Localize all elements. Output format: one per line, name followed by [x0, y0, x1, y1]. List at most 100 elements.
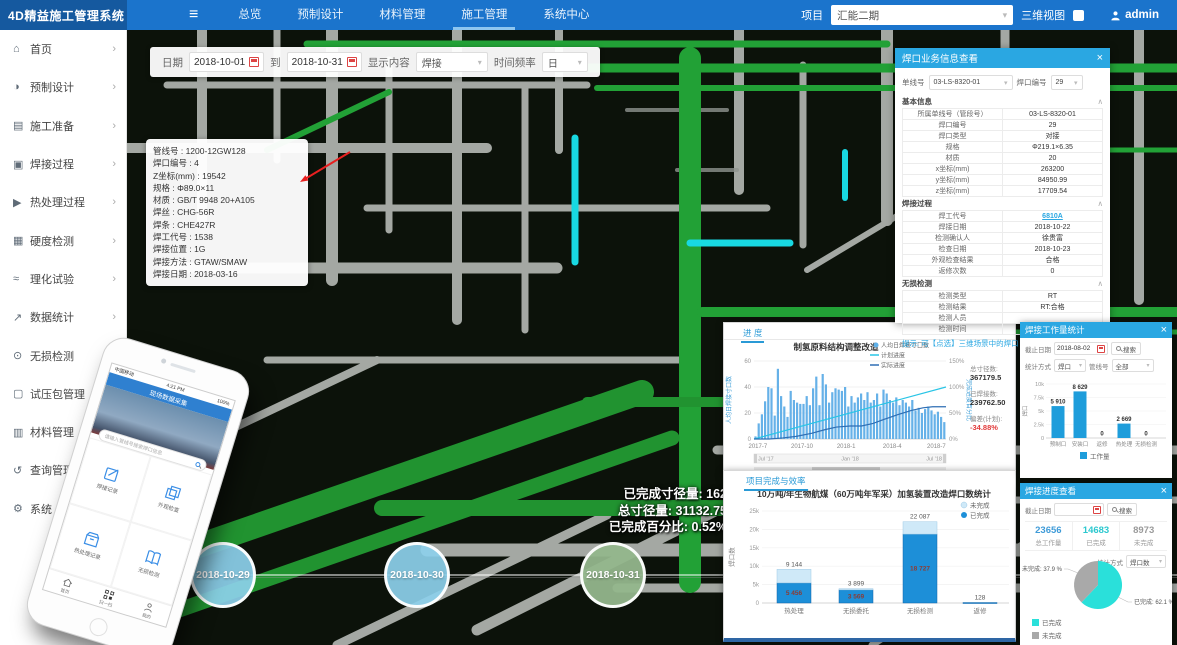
date-from-input[interactable]: 2018-10-01 — [189, 52, 264, 72]
legend-item[interactable]: 未完成 — [1032, 630, 1062, 640]
chart-text: 10k — [749, 564, 760, 570]
sidebar-item-7[interactable]: ↗数据统计› — [0, 298, 126, 336]
close-icon[interactable]: × — [1097, 52, 1103, 64]
chart-text: 22 087 — [910, 514, 930, 521]
close-icon[interactable]: × — [1161, 485, 1167, 497]
sidebar-item-1[interactable]: ◑预制设计› — [0, 68, 126, 106]
archive-icon — [84, 535, 98, 547]
home-icon: ⌂ — [13, 43, 30, 55]
bar — [790, 391, 792, 439]
sidebar-item-5[interactable]: ▦硬度检测› — [0, 221, 126, 259]
bar — [812, 388, 814, 439]
user-icon — [1110, 10, 1121, 21]
sidebar-item-3[interactable]: ▣焊接过程› — [0, 145, 126, 183]
bar — [758, 423, 760, 439]
row-label: 检测结果 — [903, 302, 1003, 313]
timeline-bubble-2018-10-31[interactable]: 2018-10-31 — [580, 542, 646, 608]
tab-progress[interactable]: 进 度 — [741, 326, 764, 343]
chevron-right-icon: › — [112, 235, 116, 247]
content-value: 焊接 — [422, 55, 442, 70]
stats-icon: ↗ — [13, 311, 30, 324]
chevron-down-icon: ▾ — [1004, 79, 1008, 87]
menu-item-3[interactable]: 施工管理 — [443, 0, 525, 30]
chart-text: 已完成: 62.1 % — [1134, 598, 1172, 606]
chart-text: 3 569 — [848, 593, 865, 600]
legend-dot[interactable] — [874, 343, 879, 348]
legend-item[interactable]: 已完成 — [1032, 617, 1062, 627]
bar — [796, 403, 798, 439]
collapse-icon[interactable]: ∧ — [1098, 279, 1104, 288]
progress-date-input[interactable] — [1054, 503, 1104, 516]
chart-text: Jan '18 — [841, 457, 859, 463]
freq-label: 时间频率 — [494, 55, 536, 70]
tooltip-line: 规格 : Φ89.0×11 — [153, 182, 301, 194]
book-icon — [151, 553, 154, 563]
chart-text: 热处理 — [1116, 440, 1133, 448]
chevron-down-icon: ▾ — [1146, 362, 1149, 369]
archive-icon — [90, 539, 94, 540]
menu-item-0[interactable]: 总览 — [220, 0, 279, 30]
line-no-select[interactable]: 03-LS-8320-01 ▾ — [929, 75, 1013, 90]
bar — [930, 410, 932, 439]
date-to-input[interactable]: 2018-10-31 — [287, 52, 362, 72]
row-value: 17709.54 — [1003, 186, 1103, 197]
row-value: 20 — [1003, 153, 1103, 164]
3d-view-toggle[interactable] — [1073, 10, 1084, 21]
welder-code-link[interactable]: 6810A — [1003, 211, 1103, 222]
bar — [838, 390, 840, 439]
tooltip-line: 焊条 : CHE427R — [153, 219, 301, 231]
slider-handle[interactable] — [754, 454, 757, 463]
section-title: 无损检测 — [902, 278, 932, 289]
chart-text: 2017-7 — [748, 444, 767, 450]
bar — [943, 422, 945, 439]
row-label: 检查日期 — [903, 244, 1003, 255]
slider-handle[interactable] — [943, 454, 946, 463]
hamburger-menu-icon[interactable]: ≡ — [189, 6, 198, 24]
joint-no-select[interactable]: 29 ▾ — [1051, 75, 1083, 90]
content-select[interactable]: 焊接 ▾ — [416, 52, 488, 72]
tab-phase[interactable]: 项目完成与效率 — [744, 474, 808, 491]
chart-text: 25k — [749, 509, 760, 515]
close-icon[interactable]: × — [1161, 324, 1167, 336]
pie-legend: 已完成未完成 — [1032, 617, 1062, 640]
bar — [934, 414, 936, 439]
search-button[interactable]: 搜索 — [1107, 503, 1137, 516]
legend-dot[interactable] — [961, 512, 967, 518]
timeline-bubble-2018-10-30[interactable]: 2018-10-30 — [384, 542, 450, 608]
search-button[interactable]: 搜索 — [1111, 342, 1141, 355]
chart-text: 返修 — [974, 606, 988, 615]
user-menu[interactable]: admin — [1110, 9, 1159, 21]
collapse-icon[interactable]: ∧ — [1098, 97, 1104, 106]
row-value: 对接 — [1003, 131, 1103, 142]
chart-text: 2017-10 — [791, 444, 814, 450]
sidebar-item-2[interactable]: ▤施工准备› — [0, 107, 126, 145]
project-select[interactable]: 汇能二期 ▾ — [831, 5, 1013, 25]
menu-item-2[interactable]: 材料管理 — [361, 0, 443, 30]
legend-dot[interactable] — [961, 502, 967, 508]
bar — [895, 397, 897, 439]
collapse-icon[interactable]: ∧ — [1098, 199, 1104, 208]
sidebar-item-6[interactable]: ≈理化试验› — [0, 260, 126, 298]
line-select[interactable]: 全部 ▾ — [1112, 359, 1154, 372]
chevron-right-icon: › — [112, 196, 116, 208]
stat-label: 总寸径数: — [970, 363, 1016, 373]
mode-select[interactable]: 焊口 ▾ — [1054, 359, 1086, 372]
menu-item-4[interactable]: 系统中心 — [525, 0, 607, 30]
bar — [1118, 424, 1131, 438]
bar — [911, 400, 913, 439]
bar — [937, 412, 939, 439]
row-label: 材质 — [903, 153, 1003, 164]
menu-item-1[interactable]: 预制设计 — [279, 0, 361, 30]
sidebar-item-4[interactable]: ▶热处理过程› — [0, 183, 126, 221]
chart-text: 0 — [756, 601, 760, 607]
bar — [761, 414, 763, 439]
legend-swatch[interactable] — [1080, 452, 1087, 459]
bar-uncompleted — [777, 569, 811, 583]
sidebar-item-0[interactable]: ⌂首页› — [0, 30, 126, 68]
chart-text: 焊口数 — [727, 547, 736, 567]
chart-text: 2018-1 — [837, 444, 856, 450]
progress-view-panel-header: 焊接进度查看 × — [1020, 483, 1172, 499]
freq-select[interactable]: 日 ▾ — [542, 52, 588, 72]
workload-date-input[interactable]: 2018-08-02 — [1054, 342, 1108, 355]
chart-text: 返修 — [1096, 440, 1108, 448]
